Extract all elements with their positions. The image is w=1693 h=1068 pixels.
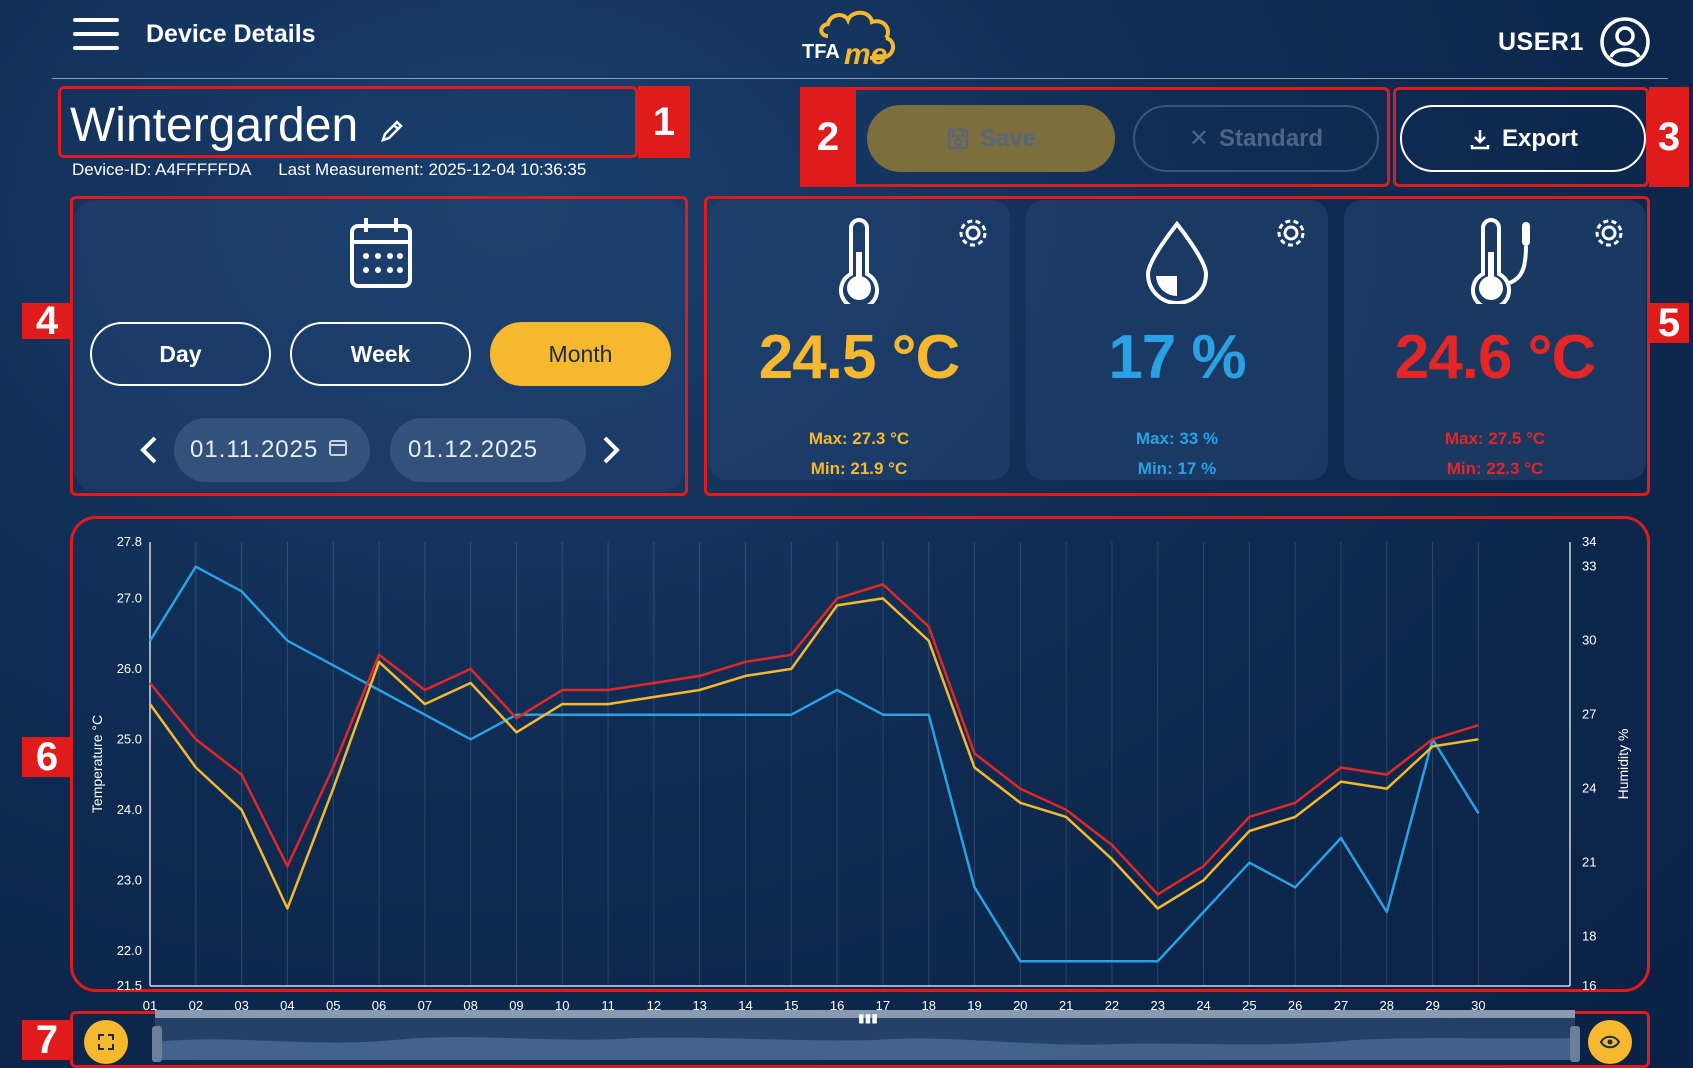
y-tick-right: 18 — [1582, 929, 1596, 944]
range-grip-icon[interactable]: ▮▮▮ — [858, 1011, 878, 1025]
chart-svg: 01 02 03 04 05 06 07 08 09 10 11 12 13 14 15 16 17 18 19 20… — [89, 534, 1631, 1013]
y-tick-right: 33 — [1582, 559, 1596, 574]
close-icon: ✕ — [1188, 125, 1210, 152]
annotation-tag-1: 1 — [638, 86, 690, 158]
droplet-icon — [1142, 220, 1212, 309]
temperature-min: Min: 21.9 °C — [810, 459, 908, 478]
user-name: USER1 — [1498, 28, 1584, 56]
range-handle-right[interactable] — [1570, 1026, 1580, 1062]
calendar-icon — [348, 216, 414, 295]
probe-min: Min: 22.3 °C — [1446, 459, 1544, 478]
y-tick-right: 16 — [1582, 978, 1596, 993]
save-label: Save — [979, 124, 1037, 152]
humidity-min: Min: 17 % — [1137, 459, 1217, 478]
period-week-button[interactable]: Week — [290, 322, 471, 386]
probe-max: Max: 27.5 °C — [1444, 429, 1546, 448]
export-button[interactable]: Export — [1400, 105, 1646, 172]
measurement-chart[interactable]: 01 02 03 04 05 06 07 08 09 10 11 12 13 14 15 16 17 18 19 20… — [72, 518, 1650, 1013]
device-meta: Device-ID: A4FFFFFDA Last Measurement: 2… — [72, 160, 608, 180]
humidity-settings-gear-icon[interactable] — [1274, 216, 1308, 255]
page-title: Device Details — [146, 20, 316, 48]
edit-icon[interactable] — [379, 101, 405, 156]
y-tick-left: 21.5 — [117, 978, 142, 993]
range-handle-left[interactable] — [152, 1026, 162, 1062]
temperature-settings-gear-icon[interactable] — [956, 216, 990, 255]
y-tick-right: 30 — [1582, 633, 1596, 648]
y-tick-right: 24 — [1582, 781, 1596, 796]
fullscreen-icon — [98, 1034, 114, 1050]
to-date-input[interactable]: 01.12.2025 — [390, 418, 586, 482]
next-period-icon[interactable] — [600, 434, 622, 471]
y-tick-left: 26.0 — [117, 661, 142, 676]
humidity-max: Max: 33 % — [1135, 429, 1219, 448]
svg-text:TFA: TFA — [802, 41, 840, 63]
probe-thermometer-icon — [1466, 218, 1542, 311]
toggle-visibility-button[interactable] — [1588, 1020, 1632, 1064]
y-tick-left: 25.0 — [117, 731, 142, 746]
y-axis-right-title: Humidity % — [1615, 729, 1631, 800]
download-icon — [1470, 129, 1490, 149]
y-tick-left: 27.8 — [117, 534, 142, 549]
y-tick-right: 21 — [1582, 855, 1596, 870]
y-axis-left-title: Temperature °C — [89, 715, 105, 813]
standard-button[interactable]: ✕ Standard — [1133, 105, 1379, 172]
fullscreen-button[interactable] — [84, 1020, 128, 1064]
save-button[interactable]: Save — [867, 105, 1115, 172]
annotation-tag-7: 7 — [22, 1018, 72, 1062]
y-tick-left: 27.0 — [117, 590, 142, 605]
annotation-tag-4: 4 — [22, 299, 72, 343]
date-picker-icon[interactable] — [328, 436, 348, 464]
annotation-tag-5: 5 — [1649, 301, 1689, 345]
annotation-tag-3: 3 — [1649, 87, 1689, 187]
probe-settings-gear-icon[interactable] — [1592, 216, 1626, 255]
prev-period-icon[interactable] — [138, 434, 160, 471]
from-date-input[interactable]: 01.11.2025 — [174, 418, 370, 482]
period-month-button[interactable]: Month — [490, 322, 671, 386]
device-id: Device-ID: A4FFFFFDA — [72, 160, 252, 179]
y-tick-right: 27 — [1582, 707, 1596, 722]
eye-icon — [1600, 1035, 1620, 1049]
export-label: Export — [1501, 124, 1578, 152]
y-tick-left: 23.0 — [117, 872, 142, 887]
temperature-value: 24.5 °C — [758, 323, 960, 392]
series-line — [149, 583, 1479, 896]
device-name-text: Wintergarden — [70, 99, 359, 152]
y-tick-left: 24.0 — [117, 802, 142, 817]
thermometer-icon — [834, 218, 884, 311]
probe-value: 24.6 °C — [1394, 323, 1596, 392]
from-date-value: 01.11.2025 — [190, 436, 319, 463]
annotation-tag-6: 6 — [22, 735, 72, 779]
save-icon — [947, 128, 969, 149]
to-date-value: 01.12.2025 — [408, 436, 539, 463]
user-avatar-icon[interactable] — [1599, 16, 1651, 68]
menu-icon[interactable] — [73, 18, 119, 52]
humidity-value: 17 % — [1108, 323, 1246, 392]
last-measurement: Last Measurement: 2025-12-04 10:36:35 — [278, 160, 587, 179]
standard-label: Standard — [1219, 124, 1324, 152]
header-divider — [52, 78, 1668, 79]
series-line — [148, 597, 1479, 910]
device-name: Wintergarden — [70, 98, 405, 156]
y-tick-left: 22.0 — [117, 943, 142, 958]
y-tick-right: 34 — [1582, 534, 1596, 549]
temperature-max: Max: 27.3 °C — [808, 429, 910, 448]
period-day-button[interactable]: Day — [90, 322, 271, 386]
tfa-me-logo: TFA me — [800, 6, 918, 71]
svg-text:me: me — [844, 38, 887, 70]
